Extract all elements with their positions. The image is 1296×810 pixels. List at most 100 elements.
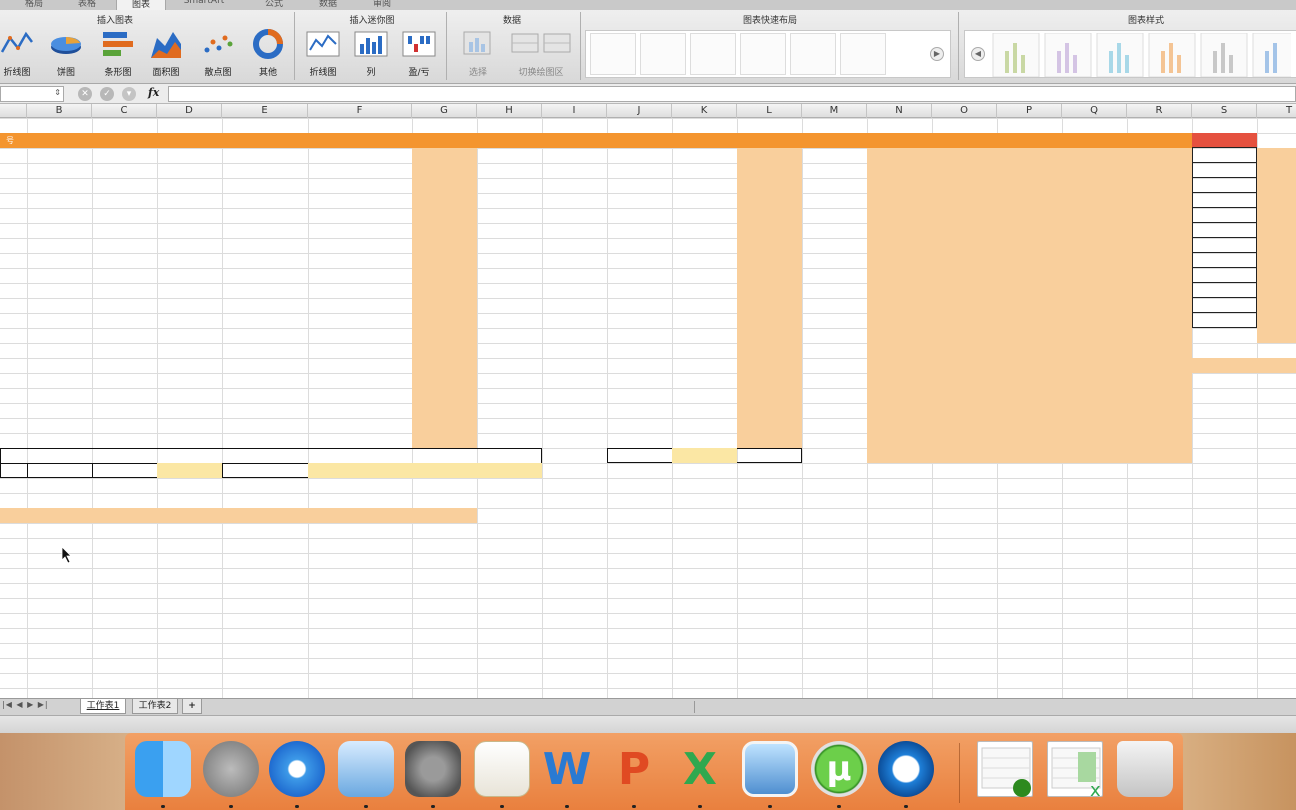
cell-hw3[interactable] bbox=[308, 163, 412, 178]
cell-lab1[interactable] bbox=[477, 148, 542, 163]
cell-lab3[interactable] bbox=[607, 328, 672, 343]
header-hw1[interactable] bbox=[157, 133, 222, 148]
column-header-m[interactable]: M bbox=[802, 104, 867, 118]
cell-hw1[interactable] bbox=[157, 163, 222, 178]
cell-gender[interactable] bbox=[92, 223, 157, 238]
header-hw3[interactable] bbox=[308, 133, 412, 148]
cell-final-exam[interactable] bbox=[802, 418, 867, 433]
cell-id[interactable] bbox=[0, 433, 27, 448]
requirement-item[interactable] bbox=[0, 583, 477, 598]
cell-lab2[interactable] bbox=[542, 328, 607, 343]
usual-ratio-label[interactable] bbox=[0, 463, 27, 478]
requirements-title[interactable] bbox=[0, 508, 477, 523]
cell-lab4[interactable] bbox=[672, 148, 737, 163]
layout-thumbnail[interactable] bbox=[840, 33, 886, 75]
header-final-score[interactable] bbox=[867, 133, 932, 148]
grade-label[interactable] bbox=[1192, 207, 1257, 223]
ratio-title[interactable] bbox=[0, 448, 542, 463]
header-name[interactable] bbox=[27, 133, 92, 148]
cell-gender[interactable] bbox=[92, 238, 157, 253]
cell-id[interactable] bbox=[0, 223, 27, 238]
requirement-item[interactable] bbox=[0, 613, 477, 628]
cell-final-exam[interactable] bbox=[802, 358, 867, 373]
cell-final-exam[interactable] bbox=[802, 313, 867, 328]
column-header-k[interactable]: K bbox=[672, 104, 737, 118]
column-header-a[interactable] bbox=[0, 104, 27, 118]
cell-lab1[interactable] bbox=[477, 223, 542, 238]
cell-hw3[interactable] bbox=[308, 253, 412, 268]
bar-chart-button[interactable]: 条形图 bbox=[96, 28, 140, 78]
cell-lab3[interactable] bbox=[607, 388, 672, 403]
cell-lab2[interactable] bbox=[542, 388, 607, 403]
chart-style-thumbnails[interactable] bbox=[991, 33, 1291, 77]
cell-name[interactable] bbox=[27, 268, 92, 283]
cell-name[interactable] bbox=[27, 148, 92, 163]
cell-lab1[interactable] bbox=[477, 253, 542, 268]
layout-thumbnail[interactable] bbox=[590, 33, 636, 75]
cell-hw1[interactable] bbox=[157, 193, 222, 208]
cell-name[interactable] bbox=[27, 163, 92, 178]
header-lab4[interactable] bbox=[672, 133, 737, 148]
tab-tables[interactable]: 表格 bbox=[62, 0, 112, 10]
cell-name[interactable] bbox=[27, 343, 92, 358]
cell-hw2[interactable] bbox=[222, 418, 308, 433]
sheet-tab-2[interactable]: 工作表2 bbox=[132, 699, 178, 714]
cell-hw2[interactable] bbox=[222, 373, 308, 388]
cell-final-exam[interactable] bbox=[802, 178, 867, 193]
header-lab3[interactable] bbox=[607, 133, 672, 148]
cell-lab2[interactable] bbox=[542, 433, 607, 448]
cell-lab4[interactable] bbox=[672, 328, 737, 343]
header-gpa[interactable] bbox=[1062, 133, 1127, 148]
column-header-d[interactable]: D bbox=[157, 104, 222, 118]
cell-lab4[interactable] bbox=[672, 313, 737, 328]
cell-gender[interactable] bbox=[92, 343, 157, 358]
tab-review[interactable]: 审阅 bbox=[356, 0, 408, 10]
avg-gpa-male[interactable] bbox=[1192, 373, 1257, 388]
cell-gender[interactable] bbox=[92, 193, 157, 208]
cell-hw3[interactable] bbox=[308, 298, 412, 313]
cell-id[interactable] bbox=[0, 298, 27, 313]
cell-id[interactable] bbox=[0, 268, 27, 283]
cell-hw2[interactable] bbox=[222, 223, 308, 238]
cell-hw2[interactable] bbox=[222, 298, 308, 313]
cell-name[interactable] bbox=[27, 223, 92, 238]
header-count[interactable] bbox=[1257, 133, 1296, 148]
cell-name[interactable] bbox=[27, 358, 92, 373]
sparkline-winloss-button[interactable]: 盈/亏 bbox=[402, 28, 436, 78]
trash-icon[interactable] bbox=[1117, 741, 1173, 797]
column-header-n[interactable]: N bbox=[867, 104, 932, 118]
course-credit-value[interactable] bbox=[672, 448, 737, 463]
cell-lab3[interactable] bbox=[607, 358, 672, 373]
layout-thumbnail[interactable] bbox=[740, 33, 786, 75]
utorrent-icon[interactable]: µ bbox=[811, 741, 867, 797]
requirement-item[interactable] bbox=[0, 523, 477, 538]
cell-gender[interactable] bbox=[92, 163, 157, 178]
cell-lab1[interactable] bbox=[477, 283, 542, 298]
cell-lab2[interactable] bbox=[542, 298, 607, 313]
cell-final-exam[interactable] bbox=[802, 148, 867, 163]
cell-name[interactable] bbox=[27, 238, 92, 253]
launchpad-icon[interactable] bbox=[203, 741, 259, 797]
final-ratio-value[interactable] bbox=[477, 463, 542, 478]
cell-hw1[interactable] bbox=[157, 223, 222, 238]
cell-name[interactable] bbox=[27, 253, 92, 268]
cell-hw1[interactable] bbox=[157, 313, 222, 328]
column-header-r[interactable]: R bbox=[1127, 104, 1192, 118]
cell-lab1[interactable] bbox=[477, 343, 542, 358]
cell-hw3[interactable] bbox=[308, 388, 412, 403]
cell-final-exam[interactable] bbox=[802, 328, 867, 343]
cell-lab4[interactable] bbox=[672, 373, 737, 388]
cell-name[interactable] bbox=[27, 208, 92, 223]
cell-name[interactable] bbox=[27, 433, 92, 448]
cell-final-exam[interactable] bbox=[802, 208, 867, 223]
confirm-entry-icon[interactable]: ✓ bbox=[100, 87, 114, 101]
cell-lab4[interactable] bbox=[672, 343, 737, 358]
sheet-nav-arrows-icon[interactable]: |◀ ◀ ▶ ▶| bbox=[2, 700, 64, 713]
header-id[interactable]: 号 bbox=[0, 133, 27, 148]
cell-hw1[interactable] bbox=[157, 328, 222, 343]
header-lab1[interactable] bbox=[477, 133, 542, 148]
cell-hw3[interactable] bbox=[308, 148, 412, 163]
cell-lab4[interactable] bbox=[672, 223, 737, 238]
cell-hw1[interactable] bbox=[157, 178, 222, 193]
mail-icon[interactable] bbox=[338, 741, 394, 797]
